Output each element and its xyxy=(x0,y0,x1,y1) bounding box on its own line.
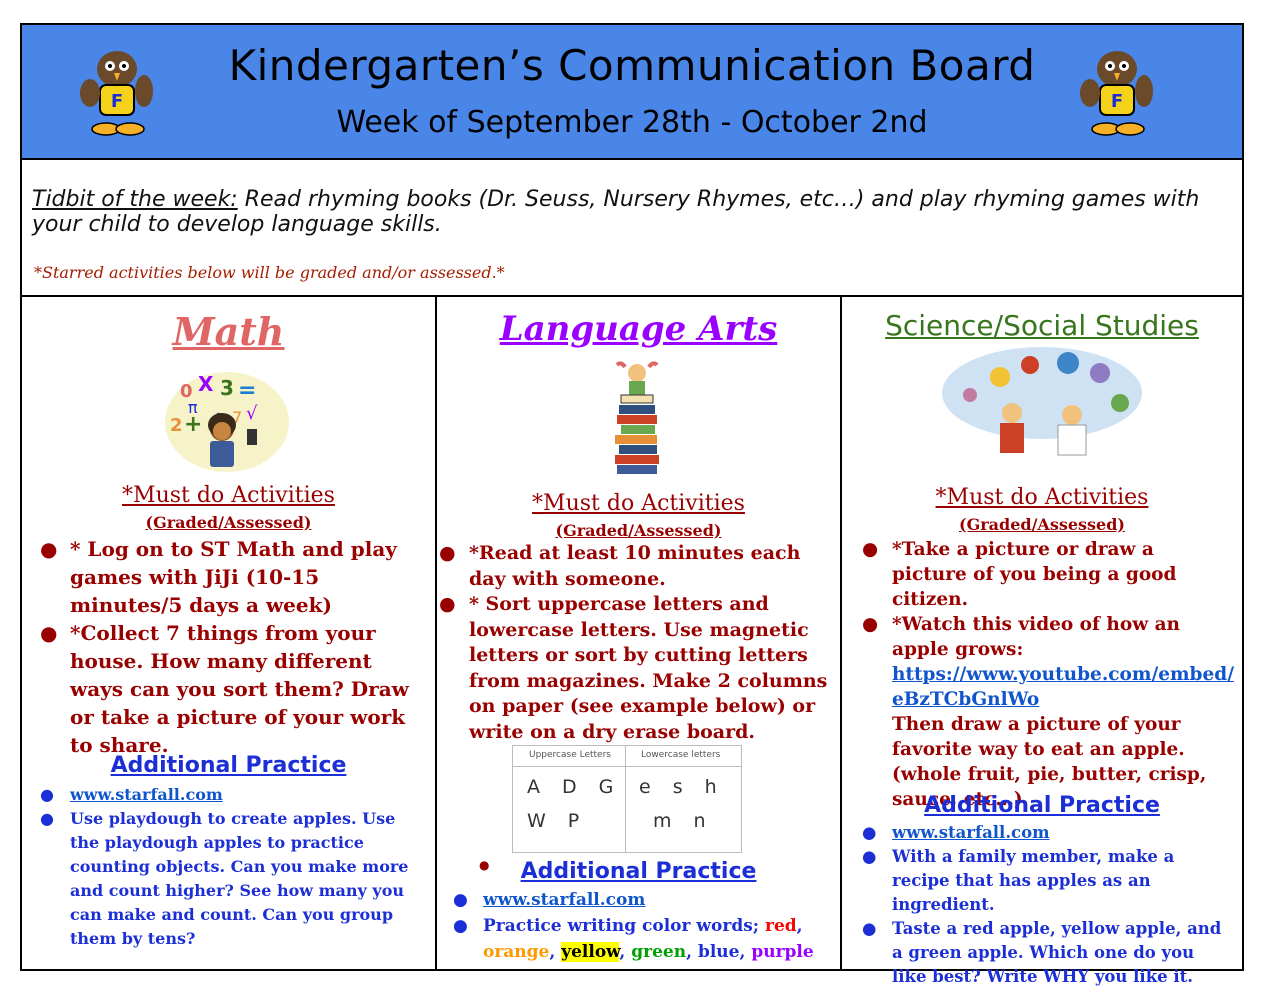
svg-text:3: 3 xyxy=(220,376,234,400)
color-word-blue: blue xyxy=(697,942,740,962)
board-title: Kindergarten’s Communication Board xyxy=(228,41,1036,90)
color-word-red: red xyxy=(764,916,797,936)
svg-text:√: √ xyxy=(246,403,258,424)
science-must-list: ● *Take a picture or draw a picture of yo… xyxy=(862,537,1234,812)
books-reader-icon xyxy=(615,361,659,474)
la-additional-practice-heading: Additional Practice xyxy=(520,859,757,884)
la-must-list: ● *Read at least 10 minutes each day with… xyxy=(439,541,834,745)
uppercase-header: Uppercase Letters xyxy=(529,750,611,760)
list-item: ● * Log on to ST Math and play games with… xyxy=(40,537,397,617)
color-word-green: green xyxy=(631,942,687,962)
list-item: ● Use playdough to create apples. Use the… xyxy=(40,809,409,948)
list-item: ● Taste a red apple, yellow apple, and a … xyxy=(862,919,1222,986)
language-arts-title: Language Arts xyxy=(499,309,778,349)
lowercase-header: Lowercase letters xyxy=(641,750,721,760)
tidbit-label: Tidbit of the week: xyxy=(32,187,238,212)
lower-row-1: esh xyxy=(639,776,739,798)
list-item: ● *Read at least 10 minutes each day with… xyxy=(439,542,801,590)
math-must-do-heading: *Must do Activities xyxy=(122,483,335,508)
math-title: Math xyxy=(172,309,285,354)
week-subtitle: Week of September 28th - October 2nd xyxy=(336,105,928,140)
header-banner: F Kindergarten’s Communication Board Wee… xyxy=(22,25,1242,160)
science-must-do-heading: *Must do Activities xyxy=(935,485,1149,510)
upper-row-2: WP xyxy=(527,810,602,832)
svg-text:=: = xyxy=(238,378,256,403)
color-word-purple: purple xyxy=(751,942,814,962)
svg-text:2: 2 xyxy=(170,415,183,436)
apple-video-link[interactable]: https://www.youtube.com/embed/eBzTCbGnlW… xyxy=(892,664,1234,710)
science-graded-label: (Graded/Assessed) xyxy=(959,515,1125,534)
starfall-link[interactable]: www.starfall.com xyxy=(892,823,1050,842)
svg-text:X: X xyxy=(198,372,214,396)
starfall-link[interactable]: www.starfall.com xyxy=(483,890,645,910)
science-kids-icon xyxy=(942,347,1142,456)
la-graded-label: (Graded/Assessed) xyxy=(555,521,722,540)
science-additional-list: ● www.starfall.com ● With a family member,… xyxy=(862,821,1234,989)
list-item: ● With a family member, make a recipe tha… xyxy=(862,847,1175,914)
svg-text:+: + xyxy=(184,412,202,437)
starfall-link[interactable]: www.starfall.com xyxy=(70,785,223,804)
lower-row-2: mn xyxy=(653,810,728,832)
upper-row-1: ADG xyxy=(527,776,636,798)
list-item: ● *Take a picture or draw a picture of yo… xyxy=(862,539,1177,610)
science-column: Science/Social Studies *Must do Activiti… xyxy=(842,297,1242,986)
example-divider xyxy=(625,746,626,852)
science-title: Science/Social Studies xyxy=(885,309,1199,342)
math-additional-list: ● www.starfall.com ● Use playdough to crea… xyxy=(40,783,425,951)
color-word-orange: orange xyxy=(483,942,550,962)
math-kid-icon: 0 X 3 = π 2 + ÷ 7 √ xyxy=(165,372,289,472)
la-additional-list: ● www.starfall.com ● Practice writing colo… xyxy=(453,887,833,965)
example-header: Uppercase Letters Lowercase letters xyxy=(513,746,741,767)
list-item: ● *Watch this video of how an apple grows… xyxy=(862,614,1234,810)
list-item: ● Practice writing color words; red, oran… xyxy=(453,916,814,962)
language-arts-column: Language Arts *Must do Activities (Grade… xyxy=(437,297,842,971)
letter-sort-example: Uppercase Letters Lowercase letters ADG … xyxy=(512,745,742,853)
svg-text:F: F xyxy=(1111,91,1123,112)
list-item[interactable]: ● www.starfall.com xyxy=(453,887,833,913)
math-graded-label: (Graded/Assessed) xyxy=(145,513,312,532)
tidbit-section: Tidbit of the week: Read rhyming books (… xyxy=(22,160,1242,297)
list-item: ● *Collect 7 things from your house. How … xyxy=(40,621,409,757)
tidbit-text: Tidbit of the week: Read rhyming books (… xyxy=(32,187,1212,237)
starred-note: *Starred activities below will be graded… xyxy=(34,263,505,282)
math-column: Math 0 X 3 = π 2 + ÷ 7 √ *Must do Activi… xyxy=(22,297,437,971)
la-must-do-heading: *Must do Activities xyxy=(532,491,745,516)
list-item[interactable]: ● www.starfall.com xyxy=(40,783,425,807)
list-item[interactable]: ● www.starfall.com xyxy=(862,821,1234,845)
science-additional-practice-heading: Additional Practice xyxy=(924,793,1160,818)
color-word-yellow: yellow xyxy=(561,942,620,962)
list-item: ● * Sort uppercase letters and lowercase … xyxy=(439,593,828,743)
falcon-mascot-icon: F xyxy=(1080,51,1153,136)
communication-board: F Kindergarten’s Communication Board Wee… xyxy=(20,23,1244,986)
math-must-list: ● * Log on to ST Math and play games with… xyxy=(40,535,425,759)
math-additional-practice-heading: Additional Practice xyxy=(110,753,347,778)
